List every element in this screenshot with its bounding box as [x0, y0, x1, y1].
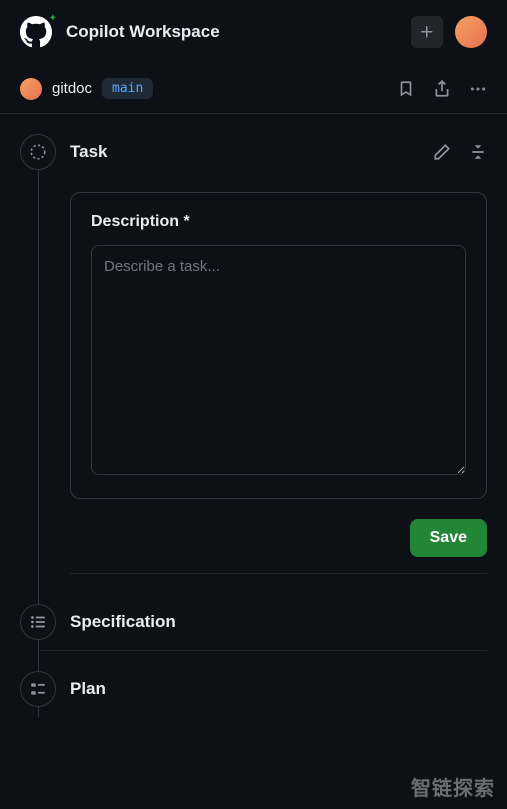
task-icon: [20, 134, 56, 170]
toolbar-left: gitdoc main: [20, 78, 153, 100]
repo-owner-avatar[interactable]: [20, 78, 42, 100]
timeline: Task Description * Save: [20, 114, 487, 717]
specification-section[interactable]: Specification: [40, 584, 487, 651]
task-card: Description *: [70, 192, 487, 499]
plan-icon: [20, 671, 56, 707]
specification-icon: [20, 604, 56, 640]
repo-toolbar: gitdoc main: [0, 64, 507, 114]
description-textarea[interactable]: [91, 245, 466, 475]
save-row: Save: [70, 519, 487, 574]
new-task-button[interactable]: [411, 16, 443, 48]
specification-header: Specification: [70, 604, 487, 640]
task-section: Task Description * Save: [40, 114, 487, 584]
description-label: Description *: [91, 213, 466, 231]
more-icon[interactable]: [469, 80, 487, 98]
task-header: Task: [70, 134, 487, 170]
app-title: Copilot Workspace: [66, 22, 220, 42]
share-icon[interactable]: [433, 80, 451, 98]
task-actions: [433, 143, 487, 161]
collapse-icon[interactable]: [469, 143, 487, 161]
logo-badge-icon: ✦: [49, 13, 57, 24]
header-right: [411, 16, 487, 48]
repo-name[interactable]: gitdoc: [52, 80, 92, 97]
main-content: Task Description * Save: [0, 114, 507, 717]
header-left: ✦ Copilot Workspace: [20, 16, 220, 48]
toolbar-right: [397, 80, 487, 98]
user-avatar[interactable]: [455, 16, 487, 48]
task-title: Task: [70, 142, 108, 162]
branch-tag[interactable]: main: [102, 78, 153, 99]
copilot-logo[interactable]: ✦: [20, 16, 52, 48]
plan-header: Plan: [70, 671, 487, 707]
plan-section[interactable]: Plan: [40, 651, 487, 717]
watermark: 智链探索: [411, 772, 495, 801]
app-header: ✦ Copilot Workspace: [0, 0, 507, 64]
edit-icon[interactable]: [433, 143, 451, 161]
specification-title: Specification: [70, 612, 176, 632]
plan-title: Plan: [70, 679, 106, 699]
bookmark-icon[interactable]: [397, 80, 415, 98]
save-button[interactable]: Save: [410, 519, 487, 557]
